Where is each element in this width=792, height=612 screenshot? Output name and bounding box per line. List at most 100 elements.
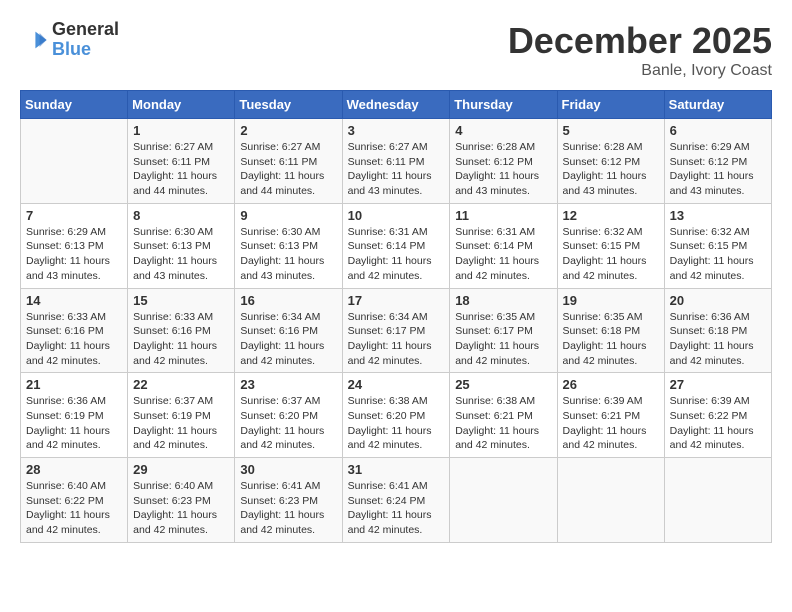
day-cell: 2 Sunrise: 6:27 AM Sunset: 6:11 PM Daylig… xyxy=(235,119,342,204)
day-cell: 9 Sunrise: 6:30 AM Sunset: 6:13 PM Daylig… xyxy=(235,203,342,288)
header-tuesday: Tuesday xyxy=(235,91,342,119)
day-cell: 6 Sunrise: 6:29 AM Sunset: 6:12 PM Daylig… xyxy=(664,119,771,204)
day-number: 16 xyxy=(240,293,336,308)
header-sunday: Sunday xyxy=(21,91,128,119)
day-info: Sunrise: 6:38 AM Sunset: 6:21 PM Dayligh… xyxy=(455,394,551,453)
header-thursday: Thursday xyxy=(450,91,557,119)
day-cell xyxy=(450,458,557,543)
day-info: Sunrise: 6:39 AM Sunset: 6:21 PM Dayligh… xyxy=(563,394,659,453)
day-number: 15 xyxy=(133,293,229,308)
day-info: Sunrise: 6:27 AM Sunset: 6:11 PM Dayligh… xyxy=(348,140,445,199)
day-info: Sunrise: 6:41 AM Sunset: 6:24 PM Dayligh… xyxy=(348,479,445,538)
day-info: Sunrise: 6:30 AM Sunset: 6:13 PM Dayligh… xyxy=(240,225,336,284)
week-row-1: 1 Sunrise: 6:27 AM Sunset: 6:11 PM Daylig… xyxy=(21,119,772,204)
day-info: Sunrise: 6:40 AM Sunset: 6:22 PM Dayligh… xyxy=(26,479,122,538)
day-number: 20 xyxy=(670,293,766,308)
location: Banle, Ivory Coast xyxy=(508,62,772,80)
day-number: 2 xyxy=(240,123,336,138)
day-info: Sunrise: 6:27 AM Sunset: 6:11 PM Dayligh… xyxy=(240,140,336,199)
day-number: 7 xyxy=(26,208,122,223)
day-info: Sunrise: 6:33 AM Sunset: 6:16 PM Dayligh… xyxy=(133,310,229,369)
day-number: 18 xyxy=(455,293,551,308)
page-header: General Blue December 2025 Banle, Ivory … xyxy=(20,20,772,80)
day-cell: 29Sunrise: 6:40 AM Sunset: 6:23 PM Dayli… xyxy=(128,458,235,543)
logo: General Blue xyxy=(20,20,119,60)
day-number: 25 xyxy=(455,377,551,392)
day-cell: 19Sunrise: 6:35 AM Sunset: 6:18 PM Dayli… xyxy=(557,288,664,373)
day-cell: 26 Sunrise: 6:39 AM Sunset: 6:21 PM Dayli… xyxy=(557,373,664,458)
header-friday: Friday xyxy=(557,91,664,119)
day-number: 5 xyxy=(563,123,659,138)
title-area: December 2025 Banle, Ivory Coast xyxy=(508,20,772,80)
day-info: Sunrise: 6:27 AM Sunset: 6:11 PM Dayligh… xyxy=(133,140,229,199)
day-cell: 17Sunrise: 6:34 AM Sunset: 6:17 PM Dayli… xyxy=(342,288,450,373)
day-cell: 31 Sunrise: 6:41 AM Sunset: 6:24 PM Dayli… xyxy=(342,458,450,543)
day-info: Sunrise: 6:33 AM Sunset: 6:16 PM Dayligh… xyxy=(26,310,122,369)
day-info: Sunrise: 6:30 AM Sunset: 6:13 PM Dayligh… xyxy=(133,225,229,284)
day-cell: 13 Sunrise: 6:32 AM Sunset: 6:15 PM Dayli… xyxy=(664,203,771,288)
logo-text: General Blue xyxy=(52,20,119,60)
day-cell: 14 Sunrise: 6:33 AM Sunset: 6:16 PM Dayli… xyxy=(21,288,128,373)
day-cell: 4 Sunrise: 6:28 AM Sunset: 6:12 PM Daylig… xyxy=(450,119,557,204)
day-info: Sunrise: 6:28 AM Sunset: 6:12 PM Dayligh… xyxy=(455,140,551,199)
day-number: 28 xyxy=(26,462,122,477)
day-cell: 30Sunrise: 6:41 AM Sunset: 6:23 PM Dayli… xyxy=(235,458,342,543)
month-title: December 2025 xyxy=(508,20,772,62)
day-info: Sunrise: 6:29 AM Sunset: 6:12 PM Dayligh… xyxy=(670,140,766,199)
day-number: 30 xyxy=(240,462,336,477)
day-number: 10 xyxy=(348,208,445,223)
day-cell: 24Sunrise: 6:38 AM Sunset: 6:20 PM Dayli… xyxy=(342,373,450,458)
logo-general-text: General xyxy=(52,20,119,40)
day-cell xyxy=(21,119,128,204)
day-cell: 18 Sunrise: 6:35 AM Sunset: 6:17 PM Dayli… xyxy=(450,288,557,373)
day-cell: 28 Sunrise: 6:40 AM Sunset: 6:22 PM Dayli… xyxy=(21,458,128,543)
week-row-2: 7 Sunrise: 6:29 AM Sunset: 6:13 PM Daylig… xyxy=(21,203,772,288)
day-number: 1 xyxy=(133,123,229,138)
week-row-4: 21Sunrise: 6:36 AM Sunset: 6:19 PM Dayli… xyxy=(21,373,772,458)
day-cell: 5Sunrise: 6:28 AM Sunset: 6:12 PM Daylig… xyxy=(557,119,664,204)
logo-icon xyxy=(20,26,48,54)
day-cell: 12Sunrise: 6:32 AM Sunset: 6:15 PM Dayli… xyxy=(557,203,664,288)
day-number: 9 xyxy=(240,208,336,223)
day-cell: 15 Sunrise: 6:33 AM Sunset: 6:16 PM Dayli… xyxy=(128,288,235,373)
week-row-3: 14 Sunrise: 6:33 AM Sunset: 6:16 PM Dayli… xyxy=(21,288,772,373)
day-cell: 21Sunrise: 6:36 AM Sunset: 6:19 PM Dayli… xyxy=(21,373,128,458)
day-info: Sunrise: 6:29 AM Sunset: 6:13 PM Dayligh… xyxy=(26,225,122,284)
day-number: 21 xyxy=(26,377,122,392)
day-number: 11 xyxy=(455,208,551,223)
day-number: 6 xyxy=(670,123,766,138)
day-cell: 27Sunrise: 6:39 AM Sunset: 6:22 PM Dayli… xyxy=(664,373,771,458)
day-number: 19 xyxy=(563,293,659,308)
day-info: Sunrise: 6:31 AM Sunset: 6:14 PM Dayligh… xyxy=(455,225,551,284)
day-number: 17 xyxy=(348,293,445,308)
day-number: 3 xyxy=(348,123,445,138)
day-number: 31 xyxy=(348,462,445,477)
day-number: 14 xyxy=(26,293,122,308)
day-info: Sunrise: 6:37 AM Sunset: 6:19 PM Dayligh… xyxy=(133,394,229,453)
header-monday: Monday xyxy=(128,91,235,119)
day-info: Sunrise: 6:35 AM Sunset: 6:17 PM Dayligh… xyxy=(455,310,551,369)
day-cell: 7 Sunrise: 6:29 AM Sunset: 6:13 PM Daylig… xyxy=(21,203,128,288)
day-cell xyxy=(557,458,664,543)
day-cell: 20Sunrise: 6:36 AM Sunset: 6:18 PM Dayli… xyxy=(664,288,771,373)
day-number: 23 xyxy=(240,377,336,392)
day-cell: 25 Sunrise: 6:38 AM Sunset: 6:21 PM Dayli… xyxy=(450,373,557,458)
day-number: 26 xyxy=(563,377,659,392)
day-info: Sunrise: 6:39 AM Sunset: 6:22 PM Dayligh… xyxy=(670,394,766,453)
day-info: Sunrise: 6:32 AM Sunset: 6:15 PM Dayligh… xyxy=(670,225,766,284)
day-info: Sunrise: 6:37 AM Sunset: 6:20 PM Dayligh… xyxy=(240,394,336,453)
day-number: 13 xyxy=(670,208,766,223)
day-number: 4 xyxy=(455,123,551,138)
day-number: 22 xyxy=(133,377,229,392)
day-cell: 22 Sunrise: 6:37 AM Sunset: 6:19 PM Dayli… xyxy=(128,373,235,458)
day-cell: 23 Sunrise: 6:37 AM Sunset: 6:20 PM Dayli… xyxy=(235,373,342,458)
calendar-table: SundayMondayTuesdayWednesdayThursdayFrid… xyxy=(20,90,772,543)
week-row-5: 28 Sunrise: 6:40 AM Sunset: 6:22 PM Dayli… xyxy=(21,458,772,543)
day-number: 29 xyxy=(133,462,229,477)
day-cell xyxy=(664,458,771,543)
header-saturday: Saturday xyxy=(664,91,771,119)
day-info: Sunrise: 6:32 AM Sunset: 6:15 PM Dayligh… xyxy=(563,225,659,284)
header-row: SundayMondayTuesdayWednesdayThursdayFrid… xyxy=(21,91,772,119)
day-cell: 16Sunrise: 6:34 AM Sunset: 6:16 PM Dayli… xyxy=(235,288,342,373)
day-cell: 1 Sunrise: 6:27 AM Sunset: 6:11 PM Daylig… xyxy=(128,119,235,204)
